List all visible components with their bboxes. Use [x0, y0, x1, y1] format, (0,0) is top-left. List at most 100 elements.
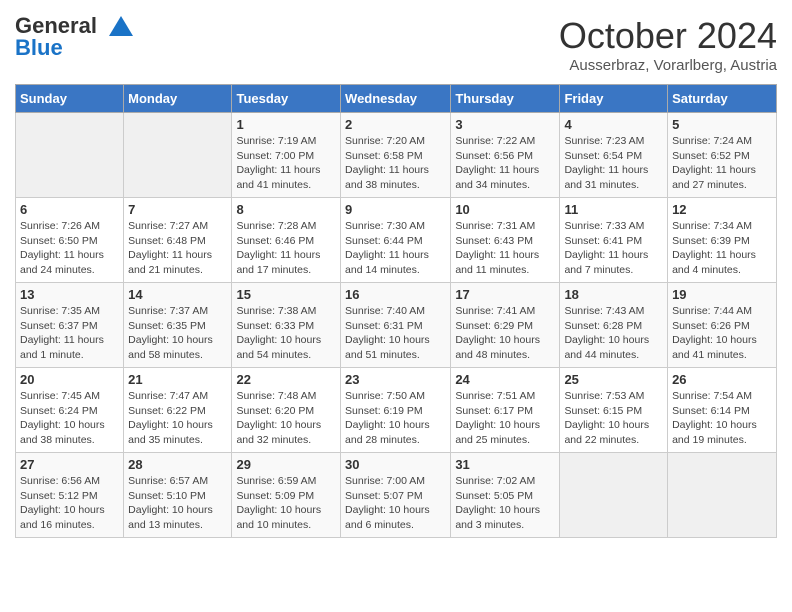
day-info: Sunrise: 7:26 AM Sunset: 6:50 PM Dayligh… — [20, 219, 119, 278]
day-info: Sunrise: 7:48 AM Sunset: 6:20 PM Dayligh… — [236, 389, 336, 448]
day-of-week-header: Friday — [560, 85, 668, 113]
calendar-day-cell: 3 Sunrise: 7:22 AM Sunset: 6:56 PM Daylig… — [451, 113, 560, 198]
month-title: October 2024 — [559, 15, 777, 57]
day-number: 25 — [564, 372, 663, 387]
logo: GeneralBlue — [15, 15, 133, 59]
day-number: 12 — [672, 202, 772, 217]
day-info: Sunrise: 7:30 AM Sunset: 6:44 PM Dayligh… — [345, 219, 446, 278]
day-number: 21 — [128, 372, 227, 387]
day-number: 4 — [564, 117, 663, 132]
day-info: Sunrise: 7:40 AM Sunset: 6:31 PM Dayligh… — [345, 304, 446, 363]
day-of-week-header: Thursday — [451, 85, 560, 113]
calendar-day-cell — [124, 113, 232, 198]
calendar-day-cell: 26Sunrise: 7:54 AM Sunset: 6:14 PM Dayli… — [668, 368, 777, 453]
calendar-day-cell: 19 Sunrise: 7:44 AM Sunset: 6:26 PM Dayli… — [668, 283, 777, 368]
day-number: 9 — [345, 202, 446, 217]
day-number: 2 — [345, 117, 446, 132]
calendar-body: 1 Sunrise: 7:19 AM Sunset: 7:00 PM Daylig… — [16, 113, 777, 538]
calendar-day-cell: 30Sunrise: 7:00 AM Sunset: 5:07 PM Dayli… — [341, 453, 451, 538]
calendar-day-cell: 2 Sunrise: 7:20 AM Sunset: 6:58 PM Daylig… — [341, 113, 451, 198]
calendar-day-cell — [560, 453, 668, 538]
calendar-day-cell — [16, 113, 124, 198]
calendar-day-cell: 27Sunrise: 6:56 AM Sunset: 5:12 PM Dayli… — [16, 453, 124, 538]
day-number: 17 — [455, 287, 555, 302]
calendar-day-cell: 12 Sunrise: 7:34 AM Sunset: 6:39 PM Dayli… — [668, 198, 777, 283]
day-number: 1 — [236, 117, 336, 132]
day-info: Sunrise: 7:50 AM Sunset: 6:19 PM Dayligh… — [345, 389, 446, 448]
calendar-week-row: 6 Sunrise: 7:26 AM Sunset: 6:50 PM Daylig… — [16, 198, 777, 283]
day-number: 11 — [564, 202, 663, 217]
subtitle: Ausserbraz, Vorarlberg, Austria — [559, 57, 777, 74]
day-number: 13 — [20, 287, 119, 302]
day-number: 23 — [345, 372, 446, 387]
calendar-day-cell: 5 Sunrise: 7:24 AM Sunset: 6:52 PM Daylig… — [668, 113, 777, 198]
logo-text: GeneralBlue — [15, 15, 97, 59]
calendar-day-cell: 18Sunrise: 7:43 AM Sunset: 6:28 PM Dayli… — [560, 283, 668, 368]
day-info: Sunrise: 7:38 AM Sunset: 6:33 PM Dayligh… — [236, 304, 336, 363]
header: GeneralBlue October 2024 Ausserbraz, Vor… — [15, 15, 777, 74]
day-info: Sunrise: 7:43 AM Sunset: 6:28 PM Dayligh… — [564, 304, 663, 363]
day-number: 3 — [455, 117, 555, 132]
day-number: 29 — [236, 457, 336, 472]
day-info: Sunrise: 7:45 AM Sunset: 6:24 PM Dayligh… — [20, 389, 119, 448]
day-info: Sunrise: 7:02 AM Sunset: 5:05 PM Dayligh… — [455, 474, 555, 533]
day-number: 19 — [672, 287, 772, 302]
calendar-day-cell: 20 Sunrise: 7:45 AM Sunset: 6:24 PM Dayli… — [16, 368, 124, 453]
day-number: 5 — [672, 117, 772, 132]
day-info: Sunrise: 7:00 AM Sunset: 5:07 PM Dayligh… — [345, 474, 446, 533]
day-info: Sunrise: 7:54 AM Sunset: 6:14 PM Dayligh… — [672, 389, 772, 448]
calendar-day-cell: 31Sunrise: 7:02 AM Sunset: 5:05 PM Dayli… — [451, 453, 560, 538]
day-info: Sunrise: 7:28 AM Sunset: 6:46 PM Dayligh… — [236, 219, 336, 278]
day-info: Sunrise: 7:24 AM Sunset: 6:52 PM Dayligh… — [672, 134, 772, 193]
day-info: Sunrise: 7:22 AM Sunset: 6:56 PM Dayligh… — [455, 134, 555, 193]
calendar-header: SundayMondayTuesdayWednesdayThursdayFrid… — [16, 85, 777, 113]
day-of-week-header: Wednesday — [341, 85, 451, 113]
day-number: 6 — [20, 202, 119, 217]
logo-icon — [101, 12, 133, 44]
calendar-day-cell: 29 Sunrise: 6:59 AM Sunset: 5:09 PM Dayli… — [232, 453, 341, 538]
day-info: Sunrise: 6:57 AM Sunset: 5:10 PM Dayligh… — [128, 474, 227, 533]
day-info: Sunrise: 7:19 AM Sunset: 7:00 PM Dayligh… — [236, 134, 336, 193]
calendar-day-cell: 25Sunrise: 7:53 AM Sunset: 6:15 PM Dayli… — [560, 368, 668, 453]
day-info: Sunrise: 7:44 AM Sunset: 6:26 PM Dayligh… — [672, 304, 772, 363]
day-info: Sunrise: 7:31 AM Sunset: 6:43 PM Dayligh… — [455, 219, 555, 278]
day-info: Sunrise: 7:20 AM Sunset: 6:58 PM Dayligh… — [345, 134, 446, 193]
day-number: 16 — [345, 287, 446, 302]
day-info: Sunrise: 7:23 AM Sunset: 6:54 PM Dayligh… — [564, 134, 663, 193]
day-number: 22 — [236, 372, 336, 387]
day-of-week-header: Tuesday — [232, 85, 341, 113]
day-number: 20 — [20, 372, 119, 387]
day-info: Sunrise: 7:47 AM Sunset: 6:22 PM Dayligh… — [128, 389, 227, 448]
day-info: Sunrise: 7:27 AM Sunset: 6:48 PM Dayligh… — [128, 219, 227, 278]
calendar-day-cell: 17 Sunrise: 7:41 AM Sunset: 6:29 PM Dayli… — [451, 283, 560, 368]
day-number: 8 — [236, 202, 336, 217]
header-row: SundayMondayTuesdayWednesdayThursdayFrid… — [16, 85, 777, 113]
calendar-day-cell: 13 Sunrise: 7:35 AM Sunset: 6:37 PM Dayli… — [16, 283, 124, 368]
calendar-day-cell: 14 Sunrise: 7:37 AM Sunset: 6:35 PM Dayli… — [124, 283, 232, 368]
calendar-day-cell: 7Sunrise: 7:27 AM Sunset: 6:48 PM Daylig… — [124, 198, 232, 283]
day-number: 14 — [128, 287, 227, 302]
calendar-day-cell: 1 Sunrise: 7:19 AM Sunset: 7:00 PM Daylig… — [232, 113, 341, 198]
calendar-day-cell: 22 Sunrise: 7:48 AM Sunset: 6:20 PM Dayli… — [232, 368, 341, 453]
calendar-week-row: 20 Sunrise: 7:45 AM Sunset: 6:24 PM Dayli… — [16, 368, 777, 453]
day-info: Sunrise: 7:51 AM Sunset: 6:17 PM Dayligh… — [455, 389, 555, 448]
day-info: Sunrise: 7:41 AM Sunset: 6:29 PM Dayligh… — [455, 304, 555, 363]
day-info: Sunrise: 7:35 AM Sunset: 6:37 PM Dayligh… — [20, 304, 119, 363]
day-number: 10 — [455, 202, 555, 217]
calendar-day-cell: 28Sunrise: 6:57 AM Sunset: 5:10 PM Dayli… — [124, 453, 232, 538]
day-info: Sunrise: 7:34 AM Sunset: 6:39 PM Dayligh… — [672, 219, 772, 278]
calendar-day-cell: 24 Sunrise: 7:51 AM Sunset: 6:17 PM Dayli… — [451, 368, 560, 453]
day-number: 24 — [455, 372, 555, 387]
day-of-week-header: Sunday — [16, 85, 124, 113]
calendar-week-row: 1 Sunrise: 7:19 AM Sunset: 7:00 PM Daylig… — [16, 113, 777, 198]
calendar-table: SundayMondayTuesdayWednesdayThursdayFrid… — [15, 84, 777, 538]
day-of-week-header: Saturday — [668, 85, 777, 113]
calendar-day-cell: 9 Sunrise: 7:30 AM Sunset: 6:44 PM Daylig… — [341, 198, 451, 283]
day-info: Sunrise: 7:37 AM Sunset: 6:35 PM Dayligh… — [128, 304, 227, 363]
day-info: Sunrise: 6:59 AM Sunset: 5:09 PM Dayligh… — [236, 474, 336, 533]
calendar-day-cell: 16 Sunrise: 7:40 AM Sunset: 6:31 PM Dayli… — [341, 283, 451, 368]
calendar-day-cell: 8 Sunrise: 7:28 AM Sunset: 6:46 PM Daylig… — [232, 198, 341, 283]
calendar-day-cell: 23 Sunrise: 7:50 AM Sunset: 6:19 PM Dayli… — [341, 368, 451, 453]
calendar-day-cell: 21 Sunrise: 7:47 AM Sunset: 6:22 PM Dayli… — [124, 368, 232, 453]
calendar-week-row: 13 Sunrise: 7:35 AM Sunset: 6:37 PM Dayli… — [16, 283, 777, 368]
